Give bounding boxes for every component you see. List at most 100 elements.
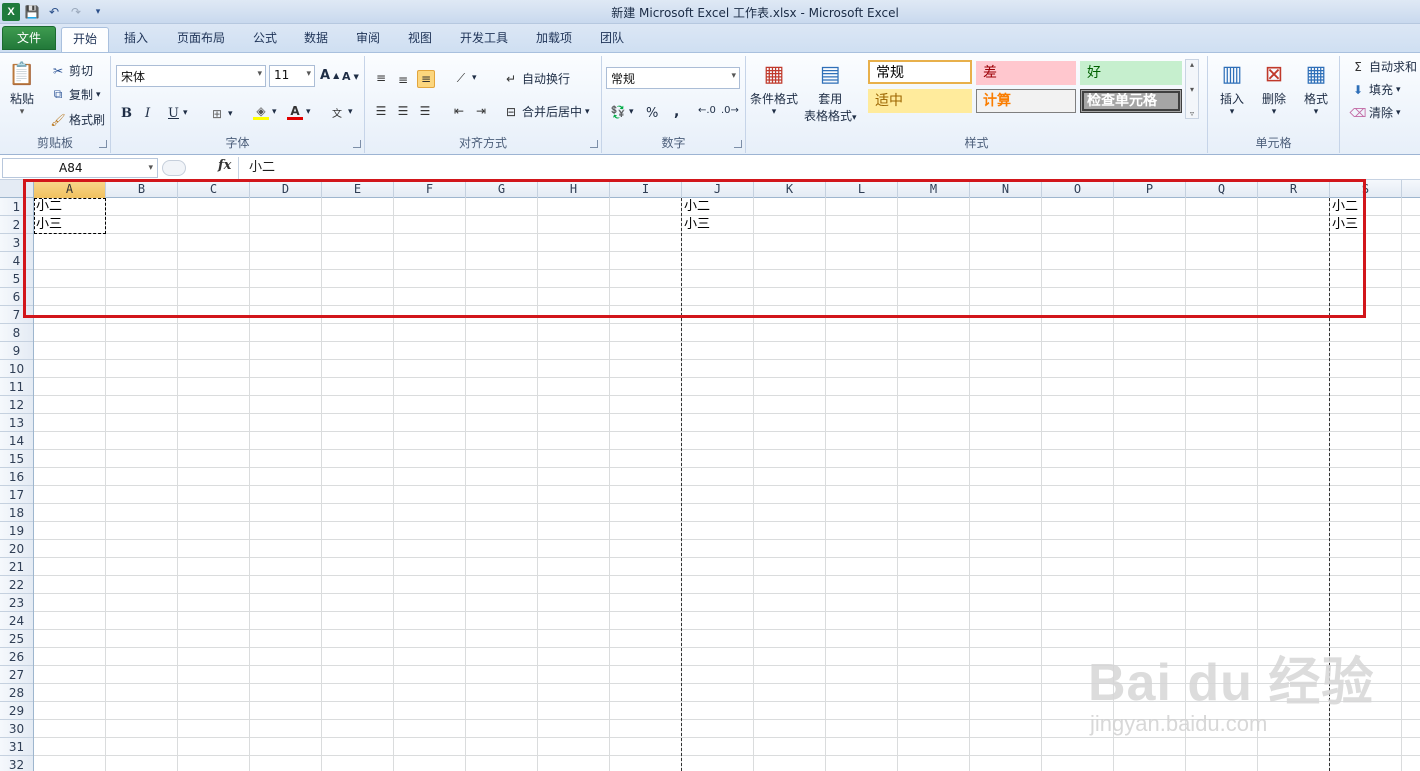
gallery-scroll[interactable]: ▴ ▾ ▿ [1185, 59, 1199, 119]
row-header-13[interactable]: 13 [0, 414, 33, 432]
tab-file[interactable]: 文件 [2, 26, 56, 50]
style-bad[interactable]: 差 [976, 61, 1076, 85]
row-header-10[interactable]: 10 [0, 360, 33, 378]
row-header-22[interactable]: 22 [0, 576, 33, 594]
align-top-button[interactable]: ≡ [373, 70, 389, 86]
style-good[interactable]: 好 [1080, 61, 1182, 85]
align-bottom-button[interactable]: ≡ [417, 70, 435, 88]
font-name-combo[interactable]: 宋体 [116, 65, 266, 87]
percent-button[interactable]: % [646, 106, 658, 121]
clear-button[interactable]: ⌫ 清除 ▾ [1350, 104, 1401, 121]
row-header-9[interactable]: 9 [0, 342, 33, 360]
tab-team[interactable]: 团队 [589, 27, 635, 52]
wrap-text-button[interactable]: ↵ 自动换行 [503, 70, 570, 87]
phonetic-button[interactable]: 文 ▾ [329, 104, 353, 120]
row-header-14[interactable]: 14 [0, 432, 33, 450]
row-header-29[interactable]: 29 [0, 702, 33, 720]
row-header-12[interactable]: 12 [0, 396, 33, 414]
decrease-indent-button[interactable]: ⇤ [451, 103, 467, 119]
row-header-18[interactable]: 18 [0, 504, 33, 522]
decrease-decimal-button[interactable]: .0→ [721, 105, 739, 116]
insert-function-icon[interactable]: fx [218, 158, 231, 173]
comma-button[interactable]: , [674, 104, 679, 120]
align-left-button[interactable]: ☰ [373, 103, 389, 119]
formula-input[interactable]: 小二 [238, 157, 1418, 179]
tab-formulas[interactable]: 公式 [242, 27, 288, 52]
borders-button[interactable]: ⊞ ▾ [209, 106, 233, 122]
style-calculation[interactable]: 计算 [976, 89, 1076, 113]
name-box[interactable]: A84 [2, 158, 158, 178]
group-number: 常规 💱▾ % , ←.0 .0→ 数字 [602, 56, 746, 153]
row-header-31[interactable]: 31 [0, 738, 33, 756]
increase-indent-button[interactable]: ⇥ [473, 103, 489, 119]
underline-button[interactable]: U [168, 106, 179, 121]
dialog-launcher-icon[interactable] [734, 140, 742, 148]
tab-addins[interactable]: 加载项 [525, 27, 583, 52]
delete-cells-button[interactable]: ⊠ 删除 ▾ [1258, 58, 1290, 118]
row-header-19[interactable]: 19 [0, 522, 33, 540]
row-header-8[interactable]: 8 [0, 324, 33, 342]
row-header-28[interactable]: 28 [0, 684, 33, 702]
row-header-32[interactable]: 32 [0, 756, 33, 771]
shrink-font-button[interactable]: A ▼ [342, 70, 359, 83]
merge-center-button[interactable]: ⊟ 合并后居中 ▾ [503, 103, 590, 120]
tab-developer[interactable]: 开发工具 [449, 27, 519, 52]
grow-font-button[interactable]: A ▲ [320, 68, 339, 83]
eraser-icon: ⌫ [1349, 105, 1367, 120]
row-header-16[interactable]: 16 [0, 468, 33, 486]
row-header-17[interactable]: 17 [0, 486, 33, 504]
tab-view[interactable]: 视图 [397, 27, 443, 52]
font-size-combo[interactable]: 11 [269, 65, 315, 87]
format-cells-button[interactable]: ▦ 格式 ▾ [1300, 58, 1332, 118]
format-painter-button[interactable]: 🖌 格式刷 [50, 111, 105, 128]
row-header-26[interactable]: 26 [0, 648, 33, 666]
align-center-button[interactable]: ☰ [395, 103, 411, 119]
row-header-30[interactable]: 30 [0, 720, 33, 738]
formula-expand-handle[interactable] [162, 160, 186, 176]
style-check-cell[interactable]: 检查单元格 [1080, 89, 1182, 113]
row-header-11[interactable]: 11 [0, 378, 33, 396]
tab-data[interactable]: 数据 [293, 27, 339, 52]
tab-home[interactable]: 开始 [61, 27, 110, 52]
tab-review[interactable]: 审阅 [345, 27, 391, 52]
style-normal[interactable]: 常规 [868, 60, 972, 84]
insert-cells-button[interactable]: ▥ 插入 ▾ [1216, 58, 1248, 118]
orientation-button[interactable]: ⟋ ▾ [453, 70, 477, 86]
font-color-button[interactable]: A ▾ [287, 104, 311, 120]
bold-button[interactable]: B [121, 106, 132, 121]
dialog-launcher-icon[interactable] [353, 140, 361, 148]
group-font: 宋体 11 A▲ A▼ B I U ▾ ⊞▾ ◈▾ A▾ 文▾ 字体 [111, 56, 365, 153]
row-header-15[interactable]: 15 [0, 450, 33, 468]
paste-button[interactable]: 📋 粘贴 ▾ [6, 58, 38, 118]
number-format-combo[interactable]: 常规 [606, 67, 740, 89]
align-right-button[interactable]: ☰ [417, 103, 433, 119]
increase-decimal-button[interactable]: ←.0 [698, 105, 716, 116]
tab-page-layout[interactable]: 页面布局 [166, 27, 236, 52]
fill-color-button[interactable]: ◈ ▾ [253, 104, 277, 120]
dialog-launcher-icon[interactable] [99, 140, 107, 148]
align-middle-button[interactable]: ≡ [395, 72, 411, 88]
row-header-24[interactable]: 24 [0, 612, 33, 630]
dialog-launcher-icon[interactable] [590, 140, 598, 148]
conditional-format-button[interactable]: ▦ 条件格式 ▾ [750, 58, 798, 118]
row-header-21[interactable]: 21 [0, 558, 33, 576]
fill-button[interactable]: ⬇ 填充 ▾ [1350, 81, 1401, 98]
paste-icon: 📋 [8, 61, 36, 87]
row-header-23[interactable]: 23 [0, 594, 33, 612]
group-label-clipboard: 剪贴板 [36, 136, 73, 150]
copy-button[interactable]: ⧉ 复制 ▾ [50, 86, 101, 103]
tab-insert[interactable]: 插入 [113, 27, 159, 52]
chevron-up-icon[interactable]: ▴ [1190, 60, 1194, 69]
chevron-down-icon[interactable]: ▾ [183, 108, 188, 118]
chevron-down-icon[interactable]: ▾ [1190, 85, 1194, 94]
format-as-table-button[interactable]: ▤ 套用 表格格式▾ [804, 58, 857, 124]
italic-button[interactable]: I [145, 106, 150, 121]
row-header-20[interactable]: 20 [0, 540, 33, 558]
row-header-27[interactable]: 27 [0, 666, 33, 684]
style-neutral[interactable]: 适中 [868, 89, 972, 113]
currency-button[interactable]: 💱 ▾ [610, 104, 634, 120]
cut-button[interactable]: ✂ 剪切 [50, 62, 93, 79]
row-header-25[interactable]: 25 [0, 630, 33, 648]
more-icon[interactable]: ▿ [1190, 109, 1194, 118]
autosum-button[interactable]: Σ 自动求和 [1350, 58, 1417, 75]
